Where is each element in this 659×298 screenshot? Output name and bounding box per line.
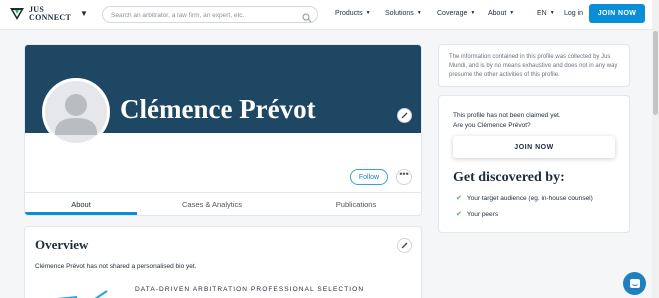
language-label: EN bbox=[537, 10, 547, 17]
pencil-icon bbox=[401, 242, 408, 249]
chat-widget-button[interactable] bbox=[623, 272, 646, 295]
overview-title: Overview bbox=[35, 237, 89, 252]
overview-card: Overview Clémence Prévot has not shared … bbox=[24, 226, 422, 298]
join-now-button[interactable]: JOIN NOW bbox=[589, 4, 645, 23]
disclaimer-card: The information contained in this profil… bbox=[438, 44, 630, 87]
profile-card: Clémence Prévot Follow ••• About Cases &… bbox=[24, 44, 422, 216]
logo-text: JUS CONNECT bbox=[29, 5, 72, 22]
claim-question: Are you Clémence Prévot? bbox=[453, 121, 531, 129]
nav-label: About bbox=[488, 10, 507, 17]
language-selector[interactable]: EN ▼ bbox=[537, 10, 555, 17]
scrollbar-thumb[interactable] bbox=[653, 31, 658, 115]
nav-coverage[interactable]: Coverage ▼ bbox=[437, 10, 475, 17]
nav-solutions[interactable]: Solutions ▼ bbox=[385, 10, 422, 17]
tab-publications[interactable]: Publications bbox=[300, 200, 412, 209]
search-bar bbox=[102, 6, 318, 23]
top-navigation-bar: JUS CONNECT ▼ Products▼ Solutions▼ Cover… bbox=[0, 0, 659, 30]
benefit-label: Your target audience (eg. in-house couns… bbox=[466, 194, 593, 202]
profile-tabs: About Cases & Analytics Publications bbox=[25, 192, 421, 215]
benefit-item: ✔ Your peers bbox=[456, 210, 499, 219]
check-icon: ✔ bbox=[456, 211, 462, 218]
claim-status: This profile has not been claimed yet. bbox=[453, 112, 561, 119]
nav-about[interactable]: About ▼ bbox=[488, 10, 514, 17]
search-input[interactable] bbox=[111, 9, 301, 21]
pencil-icon bbox=[401, 112, 408, 119]
nav-label: Coverage bbox=[437, 10, 468, 17]
follow-button[interactable]: Follow bbox=[350, 169, 388, 185]
chevron-down-icon: ▼ bbox=[470, 10, 476, 16]
chevron-down-icon[interactable]: ▼ bbox=[80, 9, 88, 18]
chevron-down-icon: ▼ bbox=[549, 10, 555, 16]
user-placeholder-icon bbox=[55, 94, 97, 135]
active-tab-indicator bbox=[25, 212, 137, 215]
chevron-down-icon: ▼ bbox=[509, 10, 515, 16]
chat-icon bbox=[629, 278, 640, 288]
search-icon[interactable] bbox=[302, 10, 312, 28]
nav-products[interactable]: Products ▼ bbox=[335, 10, 371, 17]
claim-profile-card: This profile has not been claimed yet. A… bbox=[438, 95, 630, 233]
overview-bio: Clémence Prévot has not shared a persona… bbox=[35, 263, 197, 270]
benefit-item: ✔ Your target audience (eg. in-house cou… bbox=[456, 194, 593, 203]
promo-graphic-icon bbox=[56, 290, 108, 298]
chevron-down-icon: ▼ bbox=[416, 10, 422, 16]
claim-text: This profile has not been claimed yet. A… bbox=[453, 111, 561, 130]
get-discovered-heading: Get discovered by: bbox=[453, 170, 565, 185]
benefit-label: Your peers bbox=[466, 210, 499, 218]
check-icon: ✔ bbox=[456, 195, 462, 202]
avatar bbox=[42, 78, 110, 146]
edit-banner-button[interactable] bbox=[397, 108, 412, 123]
page-scrollbar[interactable] bbox=[652, 0, 659, 298]
jus-connect-logo[interactable]: JUS CONNECT bbox=[9, 6, 71, 22]
edit-overview-button[interactable] bbox=[397, 238, 412, 253]
claim-join-now-button[interactable]: JOIN NOW bbox=[453, 136, 615, 158]
nav-label: Products bbox=[335, 10, 363, 17]
nav-label: Solutions bbox=[385, 10, 414, 17]
logo-mark-icon bbox=[9, 6, 25, 22]
tab-cases-analytics[interactable]: Cases & Analytics bbox=[156, 200, 268, 209]
promo-heading: DATA-DRIVEN ARBITRATION PROFESSIONAL SEL… bbox=[135, 286, 365, 293]
more-options-button[interactable]: ••• bbox=[396, 169, 412, 185]
login-link[interactable]: Log in bbox=[564, 10, 583, 17]
tab-about[interactable]: About bbox=[25, 200, 137, 209]
chevron-down-icon: ▼ bbox=[365, 10, 371, 16]
profile-name: Clémence Prévot bbox=[120, 94, 316, 124]
